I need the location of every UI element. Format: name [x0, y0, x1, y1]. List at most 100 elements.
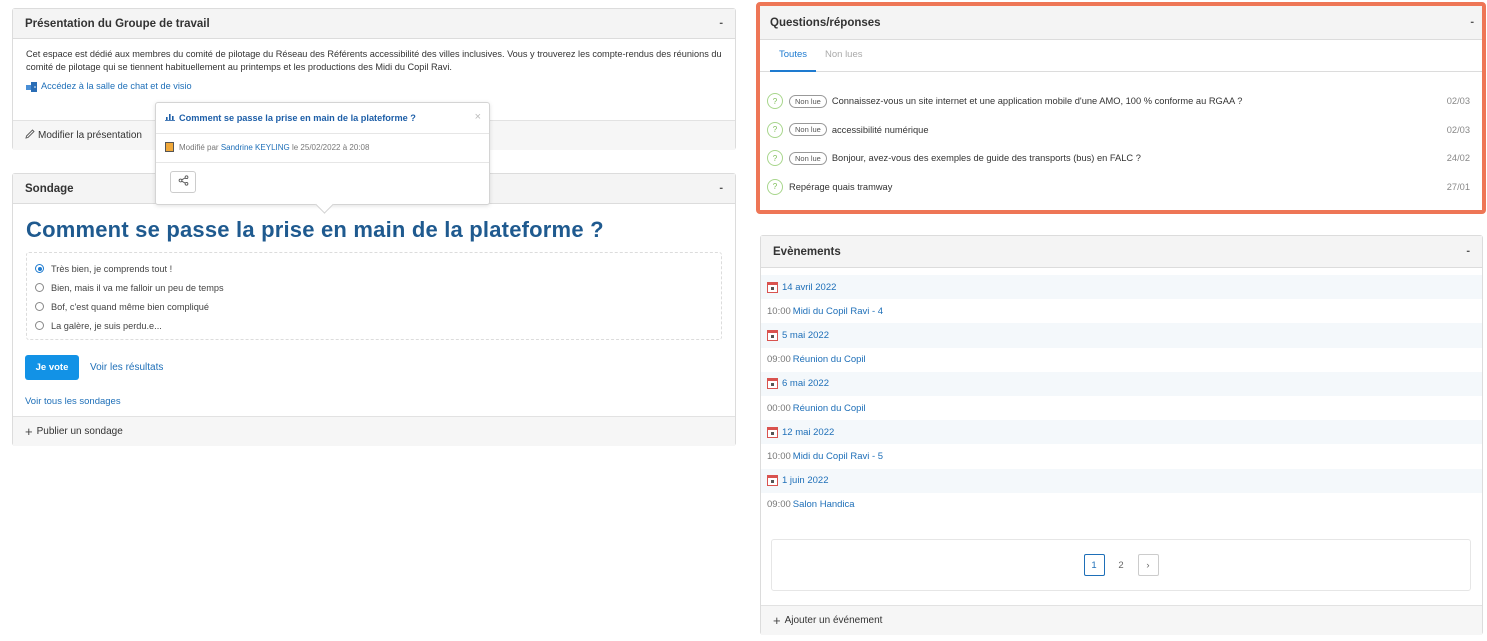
event-title[interactable]: Midi du Copil Ravi - 4 [793, 306, 883, 317]
poll-panel: Sondage - Comment se passe la prise en m… [12, 173, 736, 446]
calendar-icon [767, 329, 778, 341]
event-title[interactable]: Réunion du Copil [793, 403, 866, 414]
event-title[interactable]: Midi du Copil Ravi - 5 [793, 451, 883, 462]
modified-suffix: le 25/02/2022 à 20:08 [291, 142, 370, 152]
events-panel: Evènements - 14 avril 2022 10:00 Midi du… [760, 235, 1483, 635]
radio[interactable] [35, 283, 44, 292]
radio[interactable] [35, 302, 44, 311]
event-date-label: 12 mai 2022 [782, 426, 835, 438]
divider [156, 133, 489, 134]
page-1-button[interactable]: 1 [1083, 554, 1105, 576]
share-button[interactable] [170, 171, 196, 193]
presentation-text: Cet espace est dédié aux membres du comi… [26, 49, 722, 72]
question-icon: ? [767, 178, 783, 195]
edit-presentation-label: Modifier la présentation [38, 130, 142, 141]
unread-badge: Non lue [789, 94, 827, 108]
collapse-icon[interactable]: - [1466, 246, 1470, 257]
event-date-label: 14 avril 2022 [782, 281, 837, 293]
qa-tabs: Toutes Non lues [760, 40, 1482, 72]
event-title[interactable]: Réunion du Copil [793, 354, 866, 365]
event-date: 14 avril 2022 [761, 275, 1482, 300]
presentation-header[interactable]: Présentation du Groupe de travail - [13, 9, 735, 39]
collapse-icon[interactable]: - [719, 183, 723, 194]
event-time: 10:00 [767, 450, 791, 462]
page-2-button[interactable]: 2 [1111, 554, 1132, 576]
qa-title: Questions/réponses [770, 16, 881, 29]
collapse-icon[interactable]: - [1470, 17, 1474, 28]
poll-option[interactable]: La galère, je suis perdu.e... [35, 316, 713, 335]
calendar-icon [767, 426, 778, 438]
qa-item-text: Bonjour, avez-vous des exemples de guide… [831, 153, 1141, 164]
chat-link-label: Accédez à la salle de chat et de visio [41, 81, 192, 91]
qa-item-date: 27/01 [1446, 181, 1470, 192]
event-item[interactable]: 00:00 Réunion du Copil [761, 396, 1482, 420]
qa-item[interactable]: ? Non lue Connaissez-vous un site intern… [760, 87, 1482, 116]
close-icon[interactable]: × [475, 111, 481, 123]
event-time: 00:00 [767, 402, 791, 414]
calendar-icon [767, 281, 778, 293]
event-title[interactable]: Salon Handica [793, 499, 855, 510]
qa-item-date: 02/03 [1446, 96, 1470, 107]
qa-panel: Questions/réponses - Toutes Non lues ? N… [756, 2, 1486, 214]
unread-badge: Non lue [789, 123, 827, 137]
qa-item[interactable]: ? Non lue Bonjour, avez-vous des exemple… [760, 144, 1482, 173]
unread-badge: Non lue [789, 151, 827, 165]
event-date: 1 juin 2022 [761, 468, 1482, 493]
tab-unread[interactable]: Non lues [816, 40, 872, 71]
popover-title-label: Comment se passe la prise en main de la … [179, 112, 416, 123]
event-item[interactable]: 09:00 Salon Handica [761, 493, 1482, 517]
document-icon [165, 142, 174, 152]
author-link[interactable]: Sandrine KEYLING [221, 143, 290, 152]
qa-item[interactable]: ? Repérage quais tramway 27/01 [760, 173, 1482, 202]
qa-item-text: Connaissez-vous un site internet et une … [831, 96, 1243, 107]
qa-item[interactable]: ? Non lue accessibilité numérique 02/03 [760, 116, 1482, 145]
results-link[interactable]: Voir les résultats [90, 362, 163, 373]
poll-question: Comment se passe la prise en main de la … [26, 217, 604, 242]
all-polls-link[interactable]: Voir tous les sondages [25, 396, 121, 407]
next-page-button[interactable]: › [1137, 554, 1159, 576]
event-time: 10:00 [767, 305, 791, 317]
popover-title[interactable]: Comment se passe la prise en main de la … [165, 112, 416, 123]
share-icon [178, 175, 189, 189]
event-date: 12 mai 2022 [761, 420, 1482, 445]
popover-meta: Modifié par Sandrine KEYLING le 25/02/20… [165, 142, 369, 152]
collapse-icon[interactable]: - [719, 18, 723, 29]
qa-header[interactable]: Questions/réponses - [760, 6, 1482, 40]
pencil-icon [25, 129, 35, 142]
qa-item-date: 24/02 [1446, 153, 1470, 164]
add-event-button[interactable]: + Ajouter un événement [761, 605, 1482, 635]
event-time: 09:00 [767, 499, 791, 511]
events-title: Evènements [773, 245, 841, 258]
event-item[interactable]: 10:00 Midi du Copil Ravi - 5 [761, 444, 1482, 468]
event-date-label: 6 mai 2022 [782, 378, 830, 390]
radio-selected[interactable] [35, 264, 44, 273]
events-header[interactable]: Evènements - [761, 236, 1482, 268]
qa-item-text: accessibilité numérique [831, 124, 929, 135]
publish-poll-button[interactable]: + Publier un sondage [13, 416, 735, 446]
chat-link[interactable]: Accédez à la salle de chat et de visio [26, 80, 723, 93]
poll-option-label: Bien, mais il va me falloir un peu de te… [51, 282, 224, 293]
poll-option-label: Très bien, je comprends tout ! [51, 263, 173, 274]
vote-button[interactable]: Je vote [25, 355, 79, 380]
event-date: 6 mai 2022 [761, 371, 1482, 396]
event-item[interactable]: 09:00 Réunion du Copil [761, 348, 1482, 372]
publish-poll-label: Publier un sondage [36, 426, 123, 437]
calendar-icon [767, 475, 778, 487]
chart-icon [165, 112, 175, 123]
poll-option-label: La galère, je suis perdu.e... [51, 320, 162, 331]
door-icon [26, 82, 38, 92]
poll-option[interactable]: Très bien, je comprends tout ! [35, 259, 713, 278]
poll-panel-title: Sondage [25, 182, 74, 195]
poll-option[interactable]: Bof, c'est quand même bien compliqué [35, 297, 713, 316]
poll-option-label: Bof, c'est quand même bien compliqué [51, 301, 210, 312]
question-icon: ? [767, 150, 783, 167]
divider [156, 162, 489, 163]
qa-item-date: 02/03 [1446, 124, 1470, 135]
tab-all[interactable]: Toutes [770, 40, 816, 72]
event-item[interactable]: 10:00 Midi du Copil Ravi - 4 [761, 299, 1482, 323]
qa-item-text: Repérage quais tramway [789, 181, 893, 192]
event-time: 09:00 [767, 354, 791, 366]
add-event-label: Ajouter un événement [784, 615, 883, 626]
poll-option[interactable]: Bien, mais il va me falloir un peu de te… [35, 278, 713, 297]
radio[interactable] [35, 321, 44, 330]
